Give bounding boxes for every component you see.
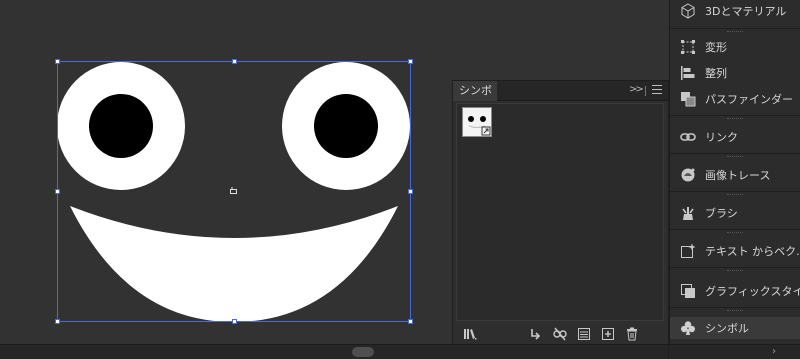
tab-bar-divider bbox=[645, 86, 646, 96]
dock-divider bbox=[670, 115, 800, 116]
pathfinder-icon bbox=[681, 92, 696, 107]
handle-top-left[interactable] bbox=[55, 59, 60, 64]
dock-item-graphic-styles[interactable]: グラフィックスタイル bbox=[670, 280, 800, 302]
dock-divider bbox=[670, 28, 800, 29]
symbol-thumbnail[interactable] bbox=[462, 107, 492, 137]
dock-divider bbox=[670, 153, 800, 154]
tab-symbols[interactable]: シンボル bbox=[453, 81, 497, 117]
right-panel-dock: 3Dとマテリアル 変形 整列 パスファインダー リンク 画像トレース ブラシ テ… bbox=[669, 0, 800, 344]
bar-divider bbox=[668, 345, 669, 359]
dock-divider bbox=[670, 307, 800, 308]
handle-bottom-left[interactable] bbox=[55, 319, 60, 324]
group-grip[interactable] bbox=[727, 156, 743, 158]
dock-item-label: ブラシ bbox=[705, 207, 738, 220]
align-icon bbox=[681, 66, 695, 80]
delete-icon[interactable] bbox=[625, 327, 639, 341]
smiley-face-symbol-icon bbox=[468, 116, 491, 136]
symbol-options-icon[interactable] bbox=[577, 327, 591, 341]
handle-middle-right[interactable] bbox=[408, 189, 413, 194]
image-trace-icon bbox=[681, 168, 695, 182]
link-icon bbox=[680, 133, 696, 141]
graphic-style-icon bbox=[681, 284, 695, 298]
dock-item-symbols[interactable]: シンボル bbox=[670, 317, 800, 339]
group-grip[interactable] bbox=[727, 270, 743, 272]
symbol-libraries-icon[interactable] bbox=[463, 327, 477, 341]
cube-icon bbox=[681, 3, 695, 19]
dock-item-image-trace[interactable]: 画像トレース bbox=[670, 164, 800, 186]
handle-bottom-center[interactable] bbox=[232, 319, 237, 324]
expand-panel-icon[interactable]: >> bbox=[629, 84, 644, 95]
text-to-vector-icon bbox=[681, 243, 696, 258]
dock-item-label: 3Dとマテリアル bbox=[705, 5, 787, 18]
handle-middle-left[interactable] bbox=[55, 189, 60, 194]
dock-item-text-to-vector[interactable]: テキスト からベク... bbox=[670, 240, 800, 262]
center-point-marker bbox=[230, 187, 237, 194]
dock-divider bbox=[670, 267, 800, 268]
dock-item-label: パスファインダー bbox=[705, 93, 793, 106]
handle-top-right[interactable] bbox=[408, 59, 413, 64]
dock-item-links[interactable]: リンク bbox=[670, 126, 800, 148]
dock-item-transform[interactable]: 変形 bbox=[670, 36, 800, 58]
dock-item-label: シンボル bbox=[705, 322, 749, 335]
panel-tab-bar: シンボル >> bbox=[453, 81, 668, 117]
group-grip[interactable] bbox=[727, 232, 743, 234]
dock-divider bbox=[670, 191, 800, 192]
group-grip[interactable] bbox=[727, 310, 743, 312]
group-grip[interactable] bbox=[727, 31, 743, 33]
bottom-scroll-bar: › bbox=[0, 344, 800, 359]
transform-icon bbox=[681, 40, 695, 54]
chevron-right-icon[interactable]: › bbox=[772, 345, 776, 359]
handle-top-center[interactable] bbox=[232, 59, 237, 64]
club-icon bbox=[681, 321, 695, 335]
place-symbol-icon[interactable] bbox=[529, 327, 543, 341]
group-grip[interactable] bbox=[727, 194, 743, 196]
dock-divider bbox=[670, 229, 800, 230]
dock-item-label: 変形 bbox=[705, 41, 727, 54]
symbols-panel: シンボル >> bbox=[452, 80, 669, 345]
dock-item-label: 画像トレース bbox=[705, 169, 771, 182]
dock-item-3d-materials[interactable]: 3Dとマテリアル bbox=[670, 0, 800, 22]
new-symbol-icon[interactable] bbox=[601, 327, 615, 341]
dock-item-pathfinder[interactable]: パスファインダー bbox=[670, 88, 800, 110]
dock-item-label: リンク bbox=[705, 131, 738, 144]
symbols-list[interactable] bbox=[456, 103, 664, 321]
group-grip[interactable] bbox=[727, 118, 743, 120]
dock-item-label: テキスト からベク... bbox=[705, 245, 800, 258]
dock-item-brushes[interactable]: ブラシ bbox=[670, 202, 800, 224]
dock-item-label: グラフィックスタイル bbox=[705, 285, 800, 298]
hamburger-menu-icon[interactable] bbox=[652, 85, 662, 96]
panel-bottom-toolbar bbox=[453, 323, 668, 345]
brush-icon bbox=[682, 207, 694, 220]
dock-item-label: 整列 bbox=[705, 67, 727, 80]
handle-bottom-right[interactable] bbox=[408, 319, 413, 324]
dock-item-align[interactable]: 整列 bbox=[670, 62, 800, 84]
horizontal-scroll-thumb[interactable] bbox=[352, 347, 374, 357]
break-link-icon[interactable] bbox=[553, 327, 567, 341]
